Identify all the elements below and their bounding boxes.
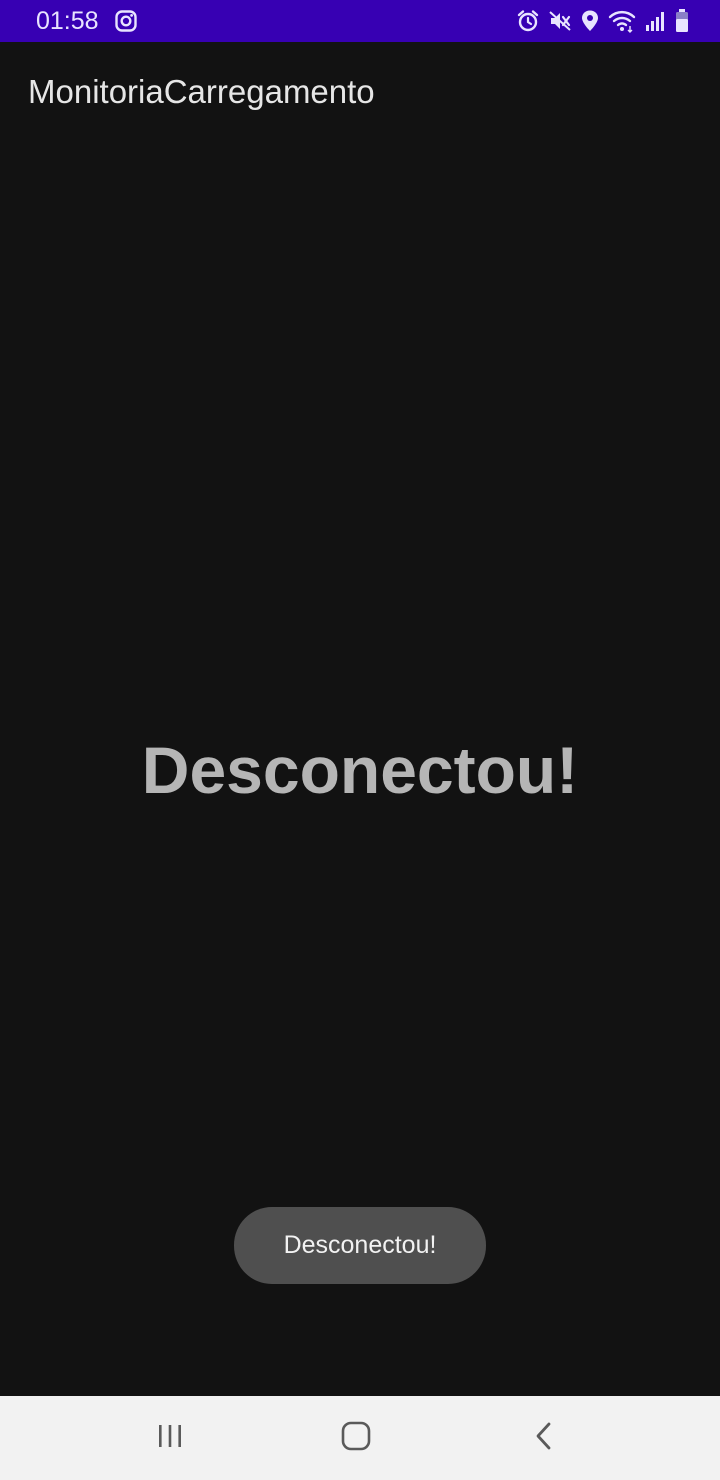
toast-message: Desconectou!: [234, 1207, 486, 1284]
connection-status-text: Desconectou!: [141, 733, 579, 807]
recents-icon: [155, 1422, 185, 1455]
status-icons: [516, 7, 690, 35]
mute-icon: [548, 9, 572, 33]
recents-button[interactable]: [146, 1416, 194, 1460]
app-bar: MonitoriaCarregamento: [0, 42, 720, 142]
app-title: MonitoriaCarregamento: [28, 73, 375, 110]
battery-icon: [674, 8, 690, 34]
location-icon: [580, 9, 600, 33]
navigation-bar: [0, 1396, 720, 1480]
signal-icon: [644, 9, 666, 33]
home-button[interactable]: [332, 1416, 380, 1460]
home-icon: [340, 1420, 372, 1457]
status-time: 01:58: [36, 7, 99, 35]
status-bar: 01:58: [0, 0, 720, 42]
back-icon: [532, 1420, 556, 1457]
wifi-icon: [608, 9, 636, 33]
back-button[interactable]: [520, 1416, 568, 1460]
instagram-icon: [114, 9, 138, 33]
alarm-icon: [516, 9, 540, 33]
